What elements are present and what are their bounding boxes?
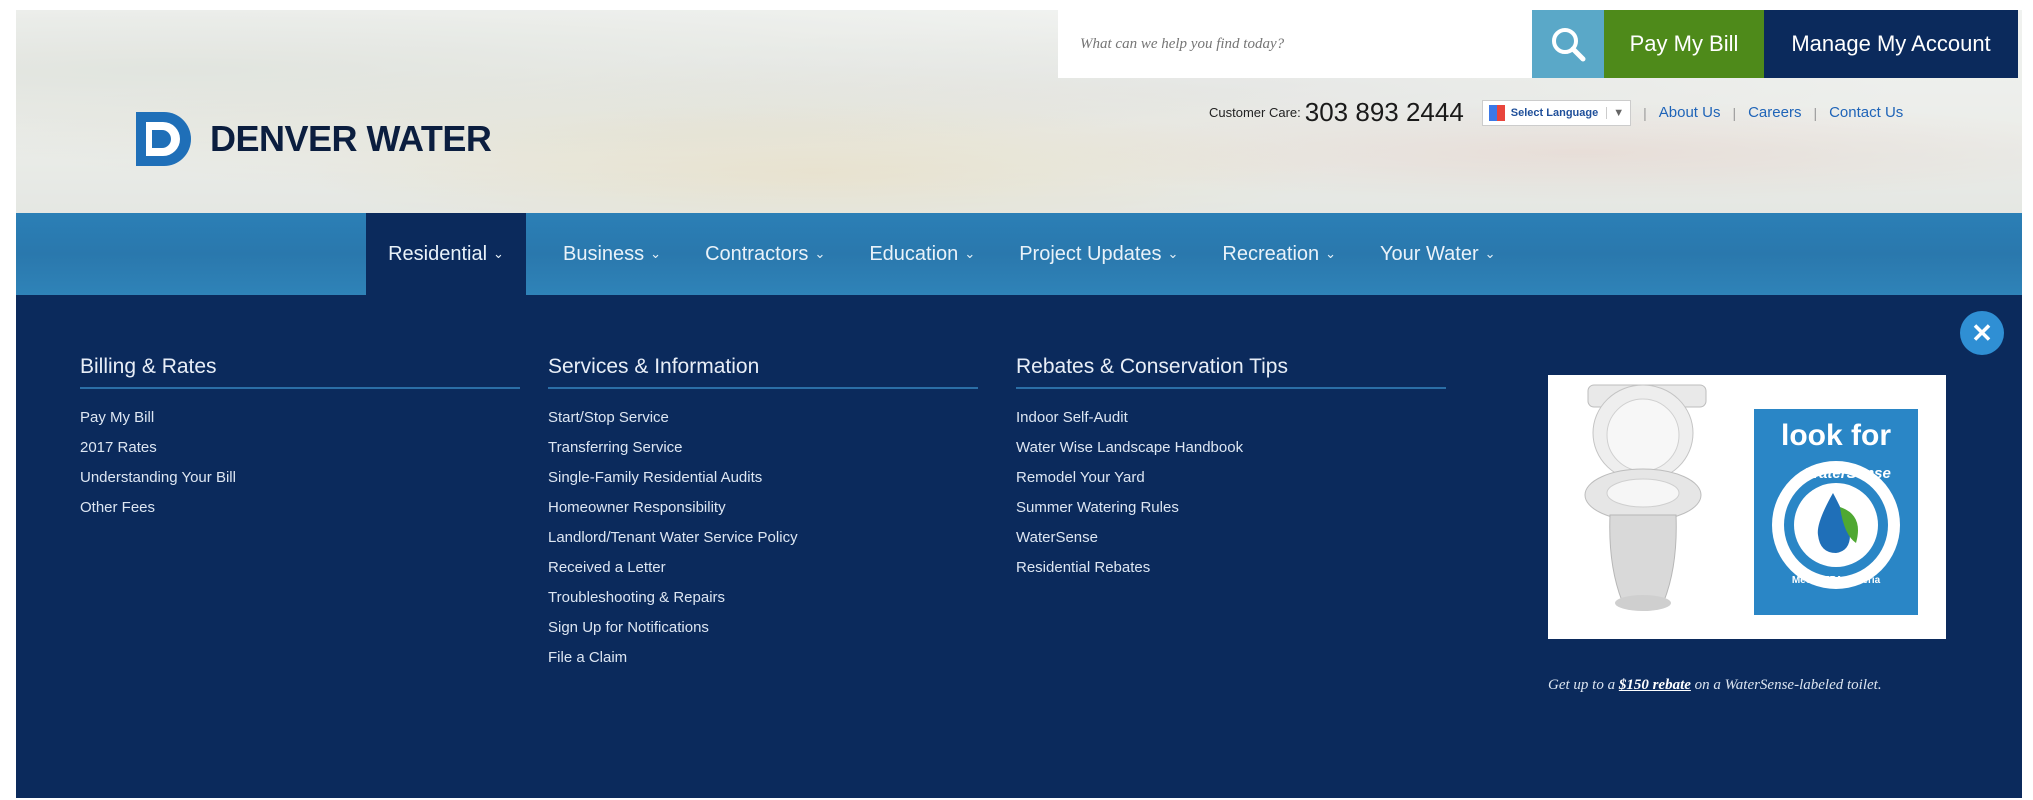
badge-watersense: WaterSense xyxy=(1805,465,1891,482)
nav-item-label: Business xyxy=(563,242,645,265)
chevron-down-icon: ⌄ xyxy=(814,246,826,261)
chevron-down-icon: ⌄ xyxy=(1325,246,1337,261)
nav-item-recreation[interactable]: Recreation ⌄ xyxy=(1200,213,1358,295)
link-list: Indoor Self-Audit Water Wise Landscape H… xyxy=(1016,403,1446,583)
main-nav: Residential ⌄ Business ⌄ Contractors ⌄ Educ… xyxy=(16,213,2022,295)
caret-down-icon: ▼ xyxy=(1606,106,1624,119)
menu-link[interactable]: File a Claim xyxy=(548,643,978,673)
menu-link[interactable]: Other Fees xyxy=(80,493,520,523)
menu-link[interactable]: Sign Up for Notifications xyxy=(548,613,978,643)
site-logo[interactable]: DENVER WATER xyxy=(132,106,492,172)
residential-mega-menu: ✕ Billing & Rates Pay My Bill 2017 Rates… xyxy=(16,295,2022,798)
nav-item-label: Education xyxy=(869,242,959,265)
menu-link[interactable]: Received a Letter xyxy=(548,553,978,583)
billing-rates-column: Billing & Rates Pay My Bill 2017 Rates U… xyxy=(80,355,520,523)
nav-item-label: Contractors xyxy=(705,242,809,265)
divider: | xyxy=(1732,104,1737,121)
search-button[interactable] xyxy=(1532,10,1604,78)
menu-link[interactable]: 2017 Rates xyxy=(80,433,520,463)
search-icon xyxy=(1552,28,1586,62)
search-box xyxy=(1058,10,1532,78)
google-translate-icon xyxy=(1488,104,1505,121)
menu-link[interactable]: Pay My Bill xyxy=(80,403,520,433)
rebates-conservation-column: Rebates & Conservation Tips Indoor Self-… xyxy=(1016,355,1446,583)
menu-link[interactable]: Homeowner Responsibility xyxy=(548,493,978,523)
column-title: Rebates & Conservation Tips xyxy=(1016,355,1446,389)
denver-water-logo-icon xyxy=(132,106,198,172)
menu-link[interactable]: Understanding Your Bill xyxy=(80,463,520,493)
services-information-column: Services & Information Start/Stop Servic… xyxy=(548,355,978,673)
link-list: Start/Stop Service Transferring Service … xyxy=(548,403,978,673)
language-select[interactable]: Select Language ▼ xyxy=(1481,99,1632,126)
chevron-down-icon: ⌄ xyxy=(650,246,662,261)
language-select-label: Select Language xyxy=(1510,106,1599,119)
column-title: Billing & Rates xyxy=(80,355,520,389)
menu-link[interactable]: Water Wise Landscape Handbook xyxy=(1016,433,1446,463)
nav-item-label: Project Updates xyxy=(1019,242,1162,265)
about-us-link[interactable]: About Us xyxy=(1659,104,1721,121)
menu-link[interactable]: WaterSense xyxy=(1016,523,1446,553)
toilet-illustration-icon: look for WaterSense Meets EPA Criteria xyxy=(1548,375,1946,639)
nav-item-label: Your Water xyxy=(1380,242,1479,265)
brand-name: DENVER WATER xyxy=(210,118,492,159)
badge-look-for: look for xyxy=(1781,419,1891,452)
search-input[interactable] xyxy=(1078,34,1532,54)
rebate-link[interactable]: $150 rebate xyxy=(1619,677,1691,693)
page-frame: DENVER WATER Pay My Bill Manage My Accou… xyxy=(16,10,2022,798)
customer-care-label: Customer Care: xyxy=(1209,105,1301,120)
nav-item-your-water[interactable]: Your Water ⌄ xyxy=(1358,213,1517,295)
nav-item-residential[interactable]: Residential ⌄ xyxy=(366,213,526,295)
nav-item-business[interactable]: Business ⌄ xyxy=(541,213,683,295)
chevron-down-icon: ⌄ xyxy=(1484,246,1496,261)
menu-link[interactable]: Transferring Service xyxy=(548,433,978,463)
menu-link[interactable]: Summer Watering Rules xyxy=(1016,493,1446,523)
menu-link[interactable]: Troubleshooting & Repairs xyxy=(548,583,978,613)
menu-link[interactable]: Start/Stop Service xyxy=(548,403,978,433)
close-menu-button[interactable]: ✕ xyxy=(1960,311,2004,355)
watersense-promo-image[interactable]: look for WaterSense Meets EPA Criteria xyxy=(1548,375,1946,639)
menu-link[interactable]: Landlord/Tenant Water Service Policy xyxy=(548,523,978,553)
nav-item-label: Residential xyxy=(388,242,488,265)
contact-us-link[interactable]: Contact Us xyxy=(1829,104,1903,121)
divider: | xyxy=(1813,104,1818,121)
utility-bar: Customer Care: 303 893 2444 Select Langu… xyxy=(1209,97,1903,128)
nav-item-label: Recreation xyxy=(1222,242,1320,265)
column-title: Services & Information xyxy=(548,355,978,389)
nav-item-contractors[interactable]: Contractors ⌄ xyxy=(683,213,847,295)
close-icon: ✕ xyxy=(1971,317,1993,348)
careers-link[interactable]: Careers xyxy=(1748,104,1801,121)
manage-my-account-button[interactable]: Manage My Account xyxy=(1764,10,2018,78)
nav-item-project-updates[interactable]: Project Updates ⌄ xyxy=(997,213,1200,295)
divider: | xyxy=(1643,104,1647,121)
caption-text: Get up to a xyxy=(1548,677,1619,693)
link-list: Pay My Bill 2017 Rates Understanding You… xyxy=(80,403,520,523)
customer-care-number[interactable]: 303 893 2444 xyxy=(1305,97,1464,128)
pay-my-bill-button[interactable]: Pay My Bill xyxy=(1604,10,1764,78)
nav-item-education[interactable]: Education ⌄ xyxy=(847,213,997,295)
menu-link[interactable]: Indoor Self-Audit xyxy=(1016,403,1446,433)
site-header: DENVER WATER Pay My Bill Manage My Accou… xyxy=(16,10,2022,213)
badge-epa: Meets EPA Criteria xyxy=(1792,575,1881,586)
chevron-down-icon: ⌄ xyxy=(1167,246,1179,261)
caption-text: on a WaterSense-labeled toilet. xyxy=(1690,677,1882,693)
top-actions: Pay My Bill Manage My Account xyxy=(1058,10,2018,78)
menu-link[interactable]: Remodel Your Yard xyxy=(1016,463,1446,493)
menu-link[interactable]: Single-Family Residential Audits xyxy=(548,463,978,493)
chevron-down-icon: ⌄ xyxy=(964,246,976,261)
promo-caption: Get up to a $150 rebate on a WaterSense-… xyxy=(1548,672,1948,698)
menu-link[interactable]: Residential Rebates xyxy=(1016,553,1446,583)
chevron-down-icon: ⌄ xyxy=(493,246,504,261)
